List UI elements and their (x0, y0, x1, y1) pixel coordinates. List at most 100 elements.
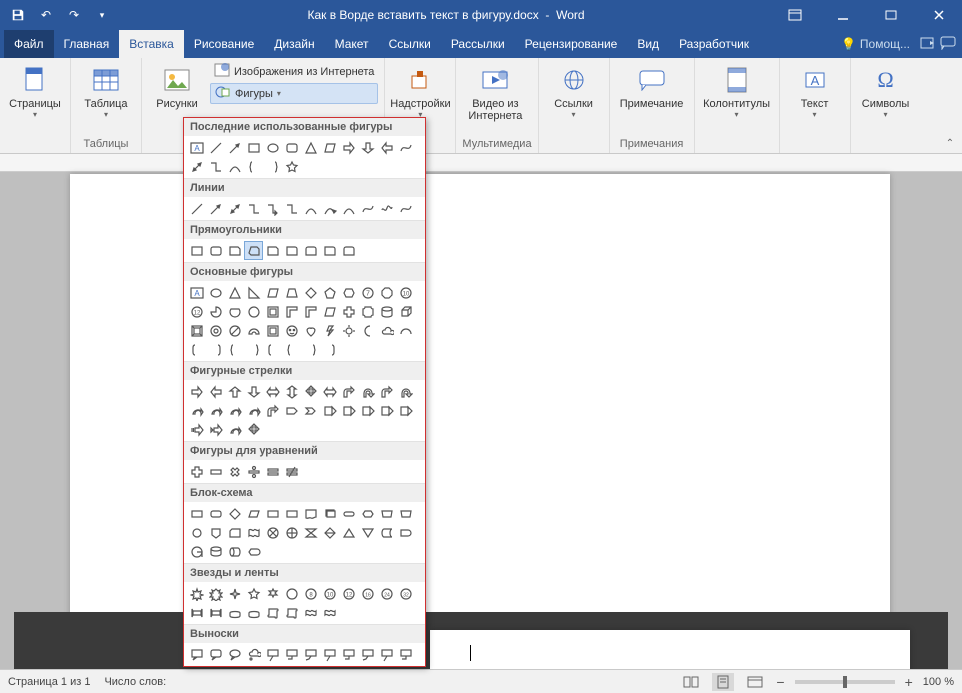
shape-arrowL[interactable] (377, 138, 396, 157)
shape-arrowCurve[interactable] (244, 401, 263, 420)
shape-star4[interactable] (225, 584, 244, 603)
share-icon[interactable] (920, 36, 936, 53)
collapse-ribbon-icon[interactable]: ⌃ (942, 135, 958, 151)
tab-draw[interactable]: Рисование (184, 30, 264, 58)
minimize-icon[interactable] (820, 0, 866, 30)
page-count-status[interactable]: Страница 1 из 1 (8, 676, 90, 688)
shape-arrowCurve[interactable] (187, 401, 206, 420)
tab-review[interactable]: Рецензирование (515, 30, 628, 58)
ribbon-display-icon[interactable] (772, 0, 818, 30)
online-video-button[interactable]: Видео из Интернета (462, 62, 528, 124)
shape-cloud[interactable] (377, 321, 396, 340)
save-icon[interactable] (6, 3, 30, 27)
shape-plaque[interactable] (358, 302, 377, 321)
shape-freeform[interactable] (358, 199, 377, 218)
shape-arrowUD[interactable] (282, 382, 301, 401)
tell-me-icon[interactable]: 💡 (841, 37, 856, 51)
shape-minus[interactable] (206, 462, 225, 481)
shape-flowSeq[interactable] (187, 542, 206, 561)
web-layout-icon[interactable] (744, 673, 766, 691)
shape-arrowU[interactable] (225, 382, 244, 401)
tab-view[interactable]: Вид (627, 30, 669, 58)
word-count-status[interactable]: Число слов: (104, 676, 166, 688)
qat-customize-icon[interactable]: ▾ (90, 3, 114, 27)
shape-star6[interactable] (263, 584, 282, 603)
shape-arrowR[interactable] (339, 138, 358, 157)
tab-file[interactable]: Файл (4, 30, 54, 58)
shape-bracket2[interactable] (320, 340, 339, 359)
shape-star7[interactable] (282, 584, 301, 603)
shape-cube[interactable] (396, 302, 415, 321)
tab-home[interactable]: Главная (54, 30, 120, 58)
shape-curve[interactable] (339, 199, 358, 218)
pictures-button[interactable]: Рисунки (148, 62, 206, 112)
shape-curve[interactable] (225, 157, 244, 176)
tab-mailings[interactable]: Рассылки (441, 30, 515, 58)
shape-elbow[interactable] (206, 157, 225, 176)
online-images-button[interactable]: Изображения из Интернета (210, 62, 378, 81)
shape-smiley[interactable] (282, 321, 301, 340)
shape-flowCard[interactable] (225, 523, 244, 542)
shape-flowMulti[interactable] (320, 504, 339, 523)
shape-flowRect[interactable] (263, 504, 282, 523)
links-button[interactable]: Ссылки ▾ (545, 62, 603, 121)
shape-pie[interactable] (206, 302, 225, 321)
shape-arrowCurve[interactable] (206, 401, 225, 420)
shape-arrowCurve[interactable] (225, 420, 244, 439)
shape-cross[interactable] (339, 302, 358, 321)
shape-snip1[interactable] (225, 241, 244, 260)
shape-arrowCall[interactable] (320, 401, 339, 420)
shape-scribble[interactable] (377, 199, 396, 218)
shape-star5[interactable] (282, 157, 301, 176)
shape-star16[interactable]: 16 (358, 584, 377, 603)
shape-arrowD[interactable] (358, 138, 377, 157)
zoom-slider[interactable] (795, 680, 895, 684)
shape-round2[interactable] (339, 241, 358, 260)
shape-donut[interactable] (206, 321, 225, 340)
shape-callOval[interactable] (225, 645, 244, 664)
shape-star24[interactable]: 24 (377, 584, 396, 603)
shape-arrowD[interactable] (244, 382, 263, 401)
shape-callLine[interactable] (377, 645, 396, 664)
pages-button[interactable]: Страницы ▾ (6, 62, 64, 121)
close-icon[interactable] (916, 0, 962, 30)
shape-ribbon[interactable] (187, 603, 206, 622)
shape-flowStorage[interactable] (377, 523, 396, 542)
shape-sun[interactable] (339, 321, 358, 340)
shape-para[interactable] (320, 138, 339, 157)
shape-explosion1[interactable] (187, 584, 206, 603)
shape-arrowQuad[interactable] (301, 382, 320, 401)
shape-star8[interactable]: 8 (301, 584, 320, 603)
shape-rect[interactable] (244, 138, 263, 157)
shape-diamond[interactable] (301, 283, 320, 302)
print-layout-icon[interactable] (712, 673, 734, 691)
shape-lineDouble[interactable] (187, 157, 206, 176)
shape-dodeca[interactable]: 12 (339, 584, 358, 603)
shape-round1[interactable] (320, 241, 339, 260)
comments-icon[interactable] (940, 36, 956, 53)
shape-can[interactable] (377, 302, 396, 321)
symbols-button[interactable]: Ω Символы ▾ (857, 62, 915, 121)
tell-me-label[interactable]: Помощ... (860, 37, 910, 51)
shape-bracket[interactable] (187, 340, 206, 359)
shape-plus[interactable] (187, 462, 206, 481)
shape-flowPara[interactable] (244, 504, 263, 523)
shape-octagon[interactable] (377, 283, 396, 302)
shape-wave[interactable] (301, 603, 320, 622)
shape-freeform[interactable] (396, 138, 415, 157)
maximize-icon[interactable] (868, 0, 914, 30)
shape-decagon[interactable]: 10 (396, 283, 415, 302)
shape-arrowBent[interactable] (263, 401, 282, 420)
shape-lframe[interactable] (301, 302, 320, 321)
shape-round1[interactable] (282, 241, 301, 260)
shape-textbox[interactable]: A (187, 283, 206, 302)
shape-bracket2[interactable] (206, 340, 225, 359)
shape-dodeca[interactable]: 12 (187, 302, 206, 321)
shape-noSymbol[interactable] (225, 321, 244, 340)
shape-para[interactable] (320, 302, 339, 321)
shape-tear[interactable] (244, 302, 263, 321)
shape-frame[interactable] (263, 302, 282, 321)
shape-scroll[interactable] (282, 603, 301, 622)
shape-round2[interactable] (301, 241, 320, 260)
redo-icon[interactable]: ↷ (62, 3, 86, 27)
